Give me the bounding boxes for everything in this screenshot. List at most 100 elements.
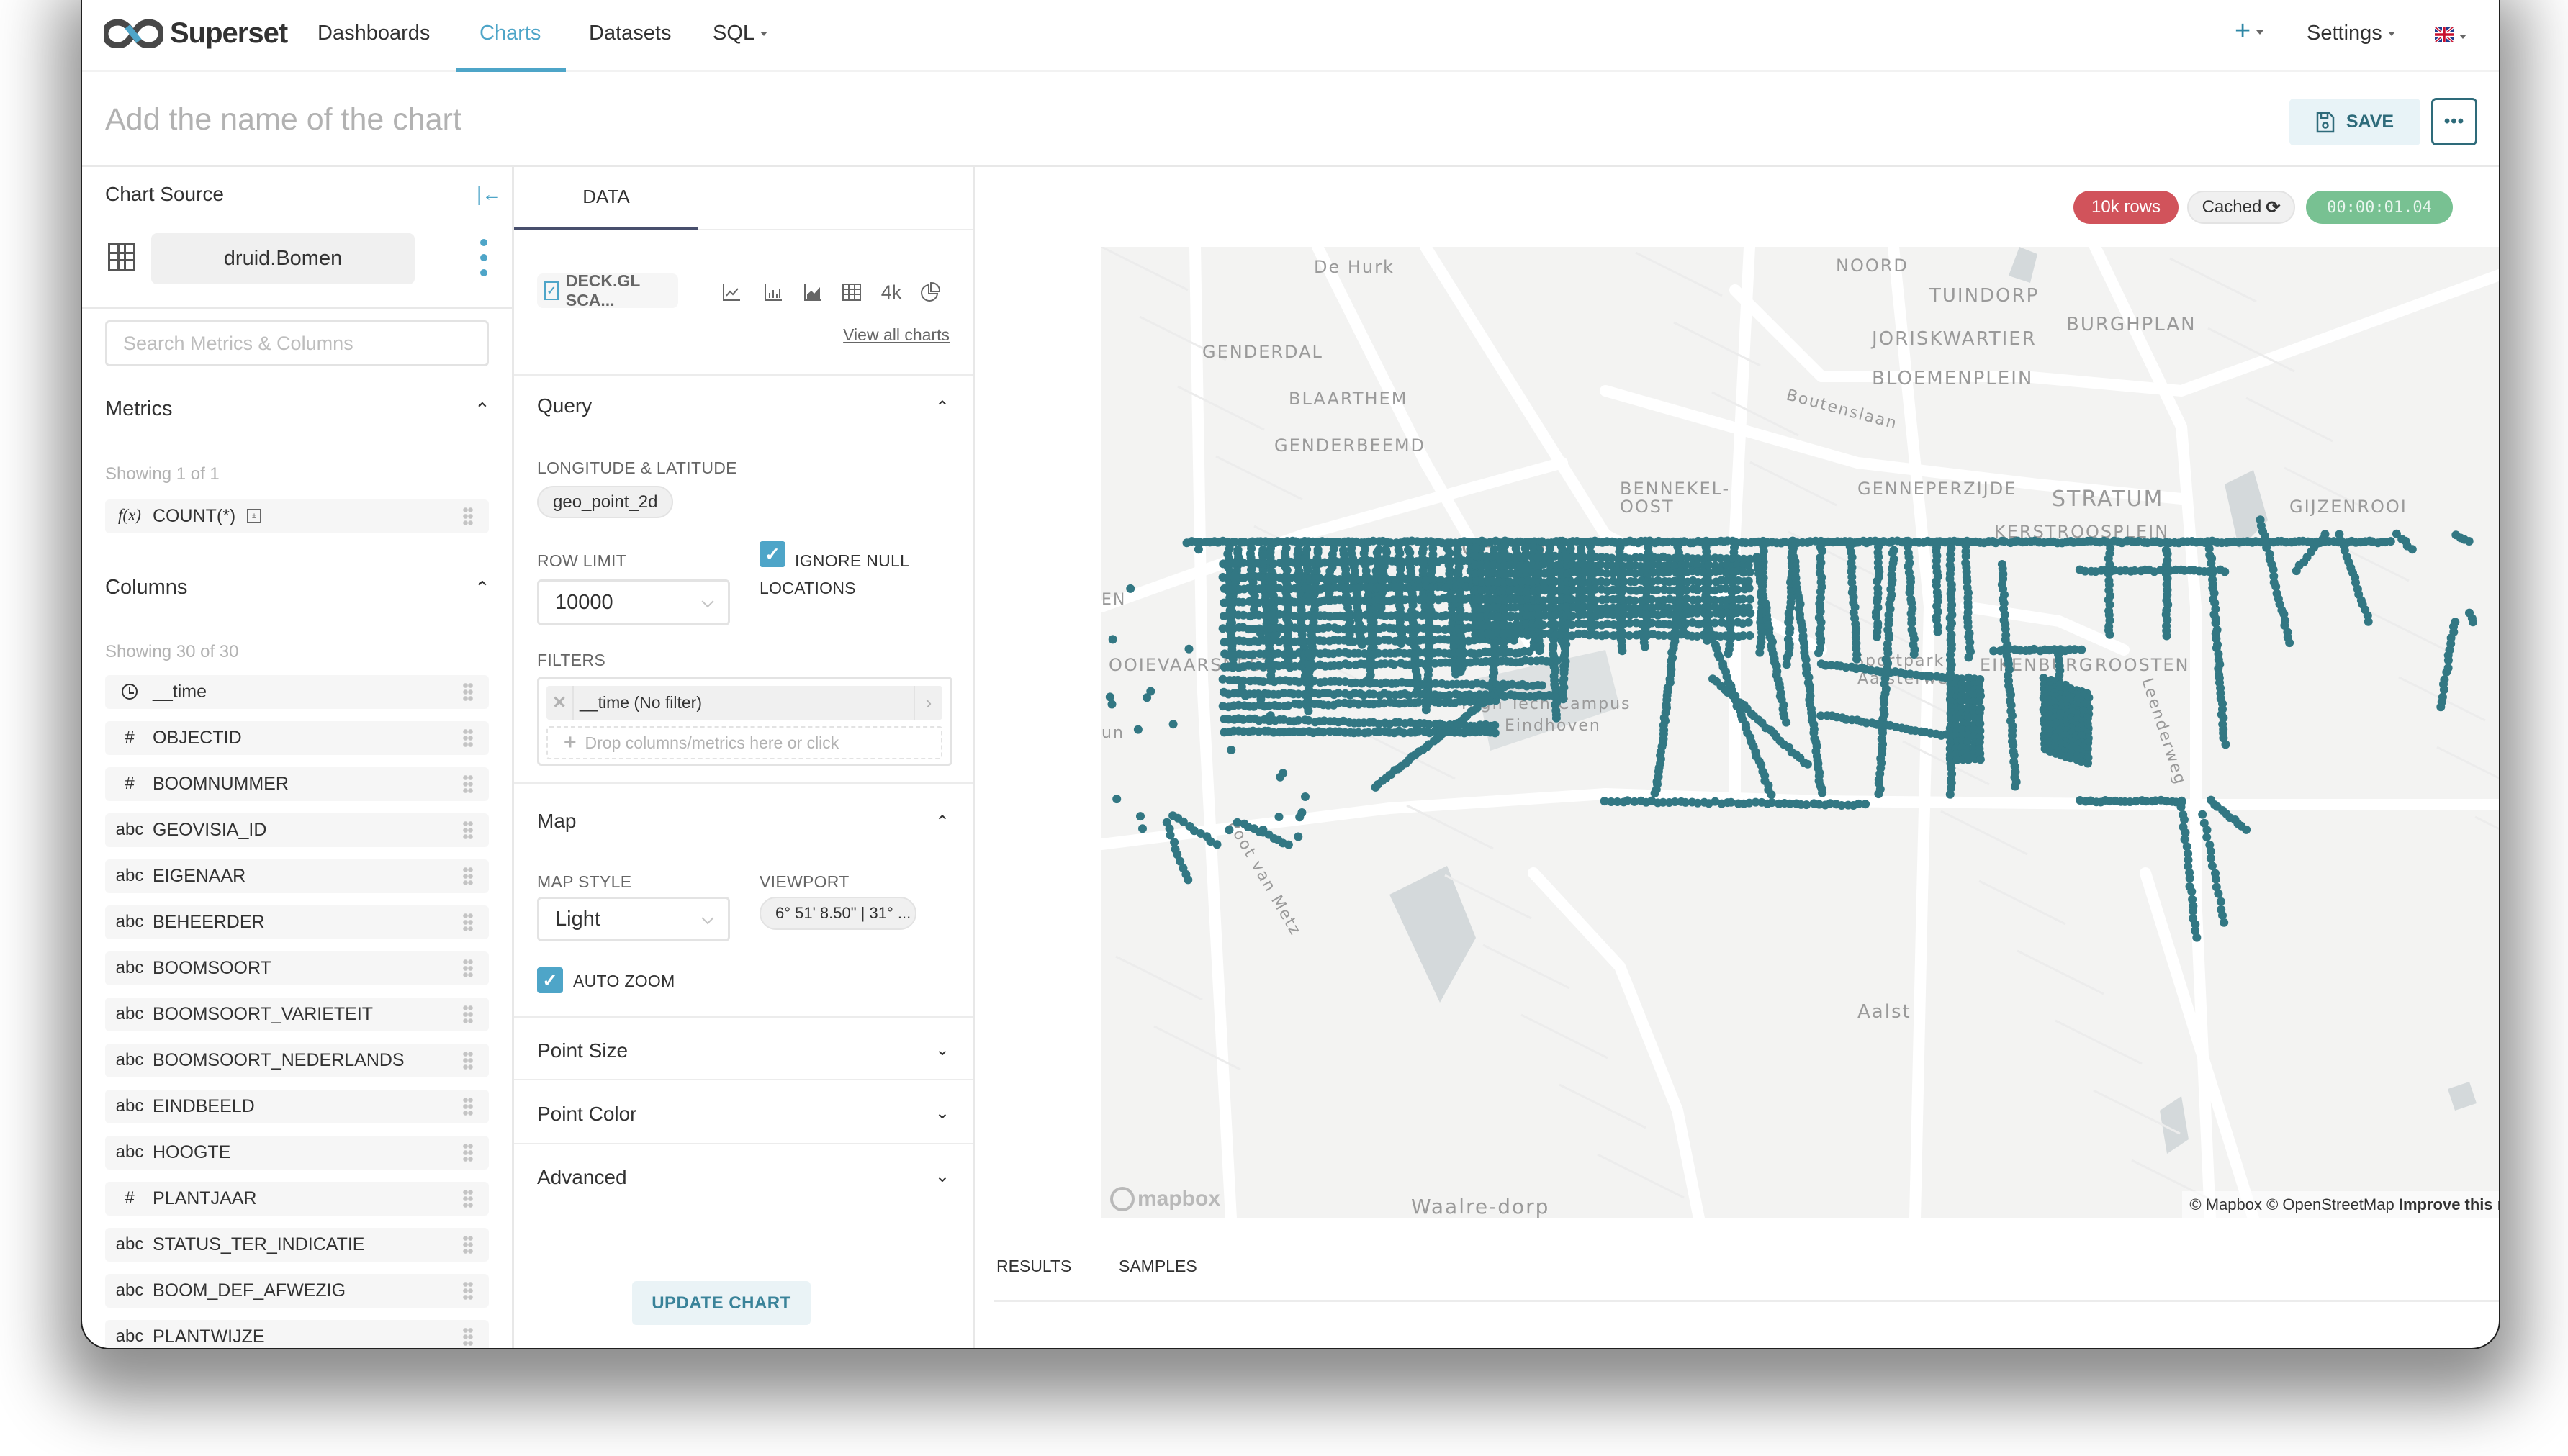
drag-handle-icon[interactable]: [463, 1327, 473, 1346]
drag-handle-icon[interactable]: [463, 728, 473, 747]
column-item[interactable]: abc PLANTWIJZE: [105, 1320, 489, 1348]
drag-handle-icon[interactable]: [463, 867, 473, 885]
new-menu[interactable]: +: [2235, 16, 2264, 47]
column-item[interactable]: abc GEOVISIA_ID: [105, 813, 489, 847]
nav-sql[interactable]: SQL: [713, 22, 768, 45]
viewport-value[interactable]: 6° 51' 8.50" | 31° ...: [760, 897, 916, 930]
column-item[interactable]: abc BOOMSOORT_VARIETEIT: [105, 998, 489, 1031]
drag-handle-icon[interactable]: [463, 1189, 473, 1208]
drag-handle-icon[interactable]: [463, 820, 473, 839]
scatter-point: [1105, 692, 1114, 702]
scatter-point: [1551, 713, 1561, 723]
column-item[interactable]: abc EIGENAAR: [105, 859, 489, 893]
filter-drop-placeholder: Drop columns/metrics here or click: [585, 733, 839, 752]
column-item[interactable]: # PLANTJAAR: [105, 1182, 489, 1216]
column-item[interactable]: # OBJECTID: [105, 721, 489, 755]
column-item[interactable]: # BOOMNUMMER: [105, 767, 489, 801]
column-item[interactable]: abc STATUS_TER_INDICATIE: [105, 1228, 489, 1262]
view-all-charts-link[interactable]: View all charts: [843, 325, 950, 345]
lonlat-value[interactable]: geo_point_2d: [537, 486, 674, 518]
chevron-right-icon[interactable]: ›: [914, 686, 942, 720]
add-filter-dropzone[interactable]: + Drop columns/metrics here or click: [546, 726, 942, 759]
dataset-more-icon[interactable]: [479, 239, 488, 276]
query-section-title[interactable]: Query: [537, 394, 592, 417]
mapbox-logo[interactable]: mapbox: [1110, 1187, 1220, 1211]
column-item[interactable]: abc EINDBEELD: [105, 1090, 489, 1123]
chevron-down-icon[interactable]: ⌄: [935, 1039, 950, 1060]
scatter-point: [1647, 594, 1657, 604]
scatter-point: [1964, 653, 1973, 662]
improve-map-link[interactable]: Improve this map: [2399, 1195, 2499, 1213]
save-button[interactable]: SAVE: [2289, 99, 2420, 145]
chart-name-input[interactable]: Add the name of the chart: [105, 102, 461, 137]
chevron-up-icon[interactable]: ⌃: [935, 812, 950, 833]
nav-datasets[interactable]: Datasets: [589, 22, 671, 45]
map-label: GENDERBEEMD: [1274, 435, 1425, 456]
nav-dashboards[interactable]: Dashboards: [317, 22, 430, 45]
column-item[interactable]: abc BOOM_DEF_AFWEZIG: [105, 1274, 489, 1308]
drag-handle-icon[interactable]: [463, 507, 473, 525]
column-item[interactable]: abc HOOGTE: [105, 1136, 489, 1170]
column-name: EIGENAAR: [153, 866, 246, 886]
bar-chart-icon[interactable]: [760, 281, 786, 304]
area-chart-icon[interactable]: [800, 281, 826, 304]
drag-handle-icon[interactable]: [463, 1235, 473, 1254]
dataset-selector[interactable]: druid.Bomen: [151, 233, 415, 284]
metrics-section-title[interactable]: Metrics: [105, 397, 172, 421]
drag-handle-icon[interactable]: [463, 1005, 473, 1023]
map-canvas[interactable]: De Hurk NOORD TUINDORP BURGHPLAN JORISKWARTI…: [1101, 247, 2500, 1218]
pie-chart-icon[interactable]: [917, 281, 943, 304]
point-color-section[interactable]: Point Color: [537, 1103, 637, 1126]
columns-section-title[interactable]: Columns: [105, 576, 187, 600]
ignore-null-checkbox[interactable]: ✓: [760, 541, 785, 567]
nav-charts[interactable]: Charts: [479, 22, 541, 45]
divider: [514, 1016, 973, 1018]
drag-handle-icon[interactable]: [463, 913, 473, 931]
map-style-select[interactable]: Light: [537, 897, 730, 941]
tab-data[interactable]: DATA: [514, 167, 698, 230]
viz-type-selected[interactable]: ✓ DECK.GL SCA...: [537, 271, 678, 309]
point-size-section[interactable]: Point Size: [537, 1039, 628, 1062]
deckgl-scatter-map[interactable]: De Hurk NOORD TUINDORP BURGHPLAN JORISKWARTI…: [1101, 247, 2500, 1218]
tab-results[interactable]: RESULTS: [996, 1257, 1071, 1276]
drag-handle-icon[interactable]: [463, 959, 473, 977]
column-name: BEHEERDER: [153, 912, 265, 932]
column-item[interactable]: abc BOOMSOORT_NEDERLANDS: [105, 1044, 489, 1077]
remove-filter-icon[interactable]: ✕: [546, 686, 574, 720]
chevron-up-icon[interactable]: ⌃: [474, 577, 490, 600]
table-icon[interactable]: [839, 281, 865, 304]
more-actions-button[interactable]: •••: [2431, 98, 2477, 145]
collapse-left-icon[interactable]: |←: [477, 183, 502, 206]
drag-handle-icon[interactable]: [463, 1097, 473, 1116]
line-chart-icon[interactable]: [718, 281, 744, 304]
settings-menu[interactable]: Settings: [2307, 22, 2395, 45]
superset-logo[interactable]: Superset: [104, 17, 288, 50]
filter-item[interactable]: ✕ __time (No filter) ›: [546, 686, 942, 720]
column-item[interactable]: __time: [105, 675, 489, 709]
update-chart-button[interactable]: UPDATE CHART: [632, 1281, 811, 1325]
big-number-icon[interactable]: 4k: [878, 281, 904, 304]
advanced-section[interactable]: Advanced: [537, 1166, 627, 1189]
drag-handle-icon[interactable]: [463, 1051, 473, 1070]
chevron-up-icon[interactable]: ⌃: [935, 397, 950, 418]
divider: [514, 1143, 973, 1144]
drag-handle-icon[interactable]: [463, 1143, 473, 1162]
language-menu[interactable]: [2433, 24, 2466, 48]
column-item[interactable]: abc BEHEERDER: [105, 905, 489, 939]
chevron-down-icon[interactable]: ⌄: [935, 1166, 950, 1187]
drag-handle-icon[interactable]: [463, 682, 473, 701]
attribution-text[interactable]: © Mapbox © OpenStreetMap: [2189, 1195, 2394, 1213]
scatter-point: [1745, 567, 1754, 576]
row-limit-select[interactable]: 10000: [537, 579, 730, 625]
map-section-title[interactable]: Map: [537, 810, 576, 833]
drag-handle-icon[interactable]: [463, 774, 473, 793]
drag-handle-icon[interactable]: [463, 1281, 473, 1300]
tab-samples[interactable]: SAMPLES: [1119, 1257, 1197, 1276]
column-item[interactable]: abc BOOMSOORT: [105, 951, 489, 985]
chevron-up-icon[interactable]: ⌃: [474, 399, 490, 421]
metric-item[interactable]: f(x) COUNT(*) ±: [105, 499, 489, 533]
auto-zoom-checkbox[interactable]: ✓: [537, 967, 563, 993]
cached-badge[interactable]: Cached ⟳: [2187, 191, 2295, 224]
search-metrics-columns-input[interactable]: [105, 320, 489, 366]
chevron-down-icon[interactable]: ⌄: [935, 1103, 950, 1123]
